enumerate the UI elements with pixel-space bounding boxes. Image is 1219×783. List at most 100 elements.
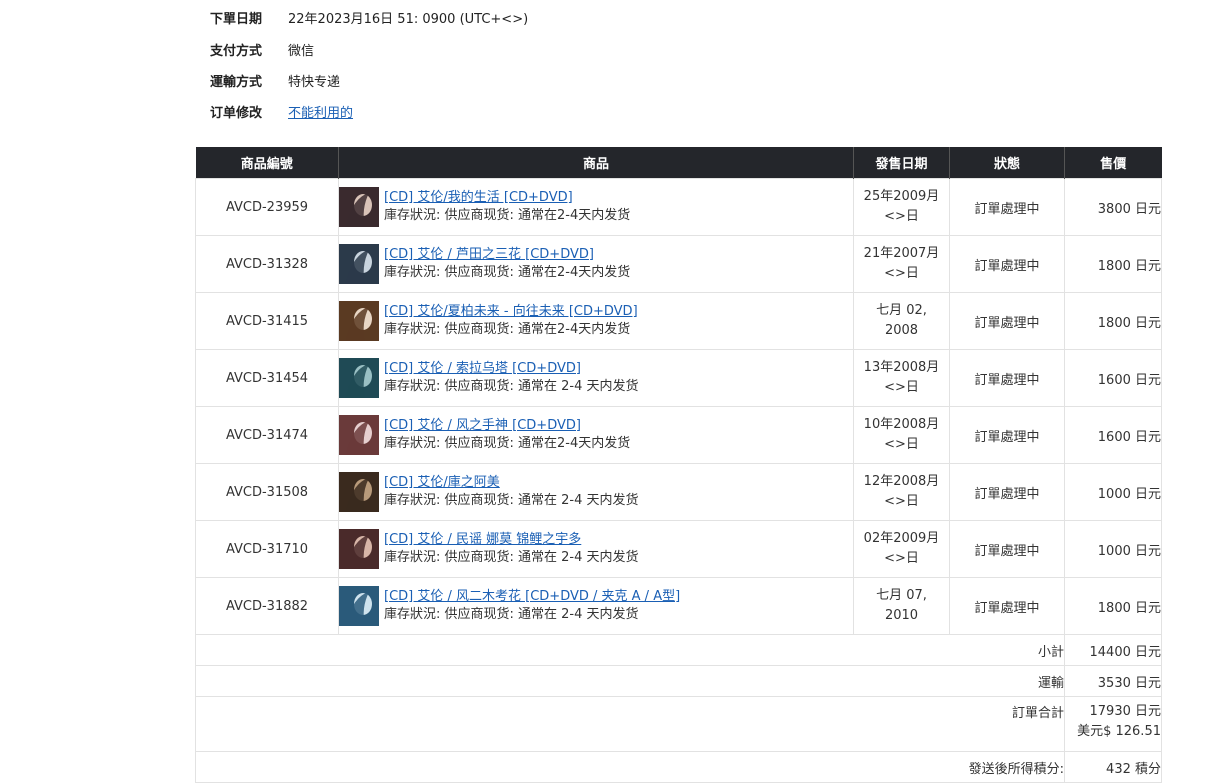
product-cell: [CD] 艾伦 / 风之手神 [CD+DVD] 庫存狀況: 供应商现货: 通常在2… — [338, 406, 854, 464]
table-row: AVCD-31415 [CD] 艾伦/夏柏未来 - 向往未来 [CD+DVD] 庫存… — [195, 292, 1162, 350]
order-date-row: 下單日期 22年2023月16日 51: 0900 (UTC+<>) — [210, 0, 528, 34]
subtotal-row: 小計 14400 日元 — [195, 634, 1162, 666]
points-row: 發送後所得積分: 432 積分 — [195, 751, 1162, 783]
product-wrap: [CD] 艾伦 / 风之手神 [CD+DVD] 庫存狀況: 供应商现货: 通常在2… — [339, 415, 853, 455]
product-cell: [CD] 艾伦 / 索拉乌塔 [CD+DVD] 庫存狀況: 供应商现货: 通常在 … — [338, 349, 854, 407]
product-title-link[interactable]: [CD] 艾伦 / 索拉乌塔 [CD+DVD] — [384, 361, 581, 376]
product-code: AVCD-23959 — [195, 178, 339, 236]
order-total-value: 17930 日元 美元$ 126.51 — [1064, 696, 1162, 752]
table-row: AVCD-31474 [CD] 艾伦 / 风之手神 [CD+DVD] 庫存狀況: 供… — [195, 406, 1162, 464]
product-code: AVCD-31882 — [195, 577, 339, 635]
item-price: 1800 日元 — [1064, 577, 1162, 635]
product-wrap: [CD] 艾伦 / 芦田之三花 [CD+DVD] 庫存狀況: 供应商现货: 通常在… — [339, 244, 853, 284]
release-date-line2: <>日 — [884, 266, 919, 281]
points-label: 發送後所得積分: — [195, 751, 1065, 783]
order-modify-row: 订单修改 不能利用的 — [210, 96, 528, 127]
product-wrap: [CD] 艾伦/夏柏未来 - 向往未来 [CD+DVD] 庫存狀況: 供应商现货:… — [339, 301, 853, 341]
product-title-link[interactable]: [CD] 艾伦 / 芦田之三花 [CD+DVD] — [384, 247, 594, 262]
album-cover-thumbnail[interactable] — [339, 358, 379, 398]
stock-status: 庫存狀況: 供应商现货: 通常在2-4天内发货 — [384, 322, 631, 337]
release-date-line1: 21年2007月 — [863, 246, 940, 261]
order-items-body: AVCD-23959 [CD] 艾伦/我的生活 [CD+DVD] 庫存狀況: 供应商… — [195, 178, 1162, 635]
album-cover-thumbnail[interactable] — [339, 301, 379, 341]
order-total-row: 訂單合計 17930 日元 美元$ 126.51 — [195, 696, 1162, 752]
product-wrap: [CD] 艾伦 / 民谣 娜莫 锦鲤之宇多庫存狀況: 供应商现货: 通常在 2-… — [339, 529, 853, 569]
order-date-value: 22年2023月16日 51: 0900 (UTC+<>) — [288, 11, 529, 27]
shipping-value: 3530 日元 — [1064, 665, 1162, 697]
release-date: 七月 02, 2008 — [853, 292, 950, 350]
product-code: AVCD-31415 — [195, 292, 339, 350]
order-status: 訂單處理中 — [949, 235, 1065, 293]
release-date-line2: <>日 — [884, 494, 919, 509]
shipping-row: 運輸 3530 日元 — [195, 665, 1162, 697]
album-cover-thumbnail[interactable] — [339, 529, 379, 569]
release-date-line2: 2010 — [884, 608, 919, 623]
product-code: AVCD-31710 — [195, 520, 339, 578]
product-cell: [CD] 艾伦 / 民谣 娜莫 锦鲤之宇多庫存狀況: 供应商现货: 通常在 2-… — [338, 520, 854, 578]
product-title-link[interactable]: [CD] 艾伦 / 风之手神 [CD+DVD] — [384, 418, 581, 433]
album-cover-thumbnail[interactable] — [339, 586, 379, 626]
product-text: [CD] 艾伦 / 索拉乌塔 [CD+DVD] 庫存狀況: 供应商现货: 通常在 … — [384, 360, 639, 396]
product-text: [CD] 艾伦 / 风二木考花 [CD+DVD / 夹克 A / A型] 庫存狀況… — [384, 588, 680, 624]
release-date-line1: 七月 07, — [876, 588, 927, 603]
order-modify-label: 订单修改 — [210, 106, 263, 121]
release-date: 12年2008月 <>日 — [853, 463, 950, 521]
header-product-code: 商品編號 — [195, 147, 339, 179]
product-title-link[interactable]: [CD] 艾伦/夏柏未来 - 向往未来 [CD+DVD] — [384, 304, 638, 319]
order-total-usd: 美元$ 126.51 — [1077, 724, 1161, 739]
product-text: [CD] 艾伦/夏柏未来 - 向往未来 [CD+DVD] 庫存狀況: 供应商现货:… — [384, 303, 638, 339]
product-title-link[interactable]: [CD] 艾伦 / 民谣 娜莫 锦鲤之宇多 — [384, 532, 581, 547]
order-status: 訂單處理中 — [949, 406, 1065, 464]
stock-status: 庫存狀況: 供应商现货: 通常在 2-4 天内发货 — [384, 550, 639, 565]
product-wrap: [CD] 艾伦/庫之阿美庫存狀況: 供应商现货: 通常在 2-4 天内发货 — [339, 472, 853, 512]
release-date-line1: 七月 02, — [876, 303, 927, 318]
subtotal-label: 小計 — [195, 634, 1065, 666]
stock-status: 庫存狀況: 供应商现货: 通常在2-4天内发货 — [384, 265, 631, 280]
order-items-table: 商品編號 商品 發售日期 狀態 售價 AVCD-23959 [CD] 艾伦/我的生… — [195, 147, 1162, 783]
product-cell: [CD] 艾伦/夏柏未来 - 向往未来 [CD+DVD] 庫存狀況: 供应商现货:… — [338, 292, 854, 350]
release-date: 02年2009月 <>日 — [853, 520, 950, 578]
payment-method-row: 支付方式 微信 — [210, 34, 528, 65]
release-date-line1: 13年2008月 — [863, 360, 940, 375]
release-date-line1: 02年2009月 — [863, 531, 940, 546]
table-row: AVCD-31508 [CD] 艾伦/庫之阿美 庫存狀況: 供应商现货: 通常在 2… — [195, 463, 1162, 521]
product-code: AVCD-31328 — [195, 235, 339, 293]
stock-status: 庫存狀況: 供应商现货: 通常在 2-4 天内发货 — [384, 493, 639, 508]
album-cover-thumbnail[interactable] — [339, 244, 379, 284]
table-row: AVCD-31710 [CD] 艾伦 / 民谣 娜莫 锦鲤之宇多 庫存狀況: 供应商… — [195, 520, 1162, 578]
product-cell: [CD] 艾伦 / 芦田之三花 [CD+DVD] 庫存狀況: 供应商现货: 通常在… — [338, 235, 854, 293]
product-title-link[interactable]: [CD] 艾伦/我的生活 [CD+DVD] — [384, 190, 573, 205]
product-title-link[interactable]: [CD] 艾伦 / 风二木考花 [CD+DVD / 夹克 A / A型] — [384, 589, 680, 604]
album-cover-thumbnail[interactable] — [339, 415, 379, 455]
release-date: 10年2008月 <>日 — [853, 406, 950, 464]
item-price: 1000 日元 — [1064, 463, 1162, 521]
header-release-date: 發售日期 — [853, 147, 950, 179]
order-status: 訂單處理中 — [949, 292, 1065, 350]
order-modify-link[interactable]: 不能利用的 — [288, 102, 353, 121]
item-price: 1800 日元 — [1064, 235, 1162, 293]
release-date-line2: <>日 — [884, 437, 919, 452]
payment-method-value: 微信 — [288, 44, 315, 59]
release-date-line2: <>日 — [884, 551, 919, 566]
subtotal-value: 14400 日元 — [1064, 634, 1162, 666]
release-date-line2: 2008 — [884, 323, 919, 338]
header-status: 狀態 — [949, 147, 1065, 179]
product-title-link[interactable]: [CD] 艾伦/庫之阿美 — [384, 475, 500, 490]
item-price: 1600 日元 — [1064, 406, 1162, 464]
product-code: AVCD-31454 — [195, 349, 339, 407]
order-total-label: 訂單合計 — [195, 696, 1065, 752]
album-cover-thumbnail[interactable] — [339, 472, 379, 512]
release-date-line2: <>日 — [884, 380, 919, 395]
shipping-method-label: 運輸方式 — [210, 75, 263, 90]
shipping-label: 運輸 — [195, 665, 1065, 697]
album-cover-thumbnail[interactable] — [339, 187, 379, 227]
release-date: 25年2009月 <>日 — [853, 178, 950, 236]
header-product: 商品 — [338, 147, 854, 179]
stock-status: 庫存狀況: 供应商现货: 通常在2-4天内发货 — [384, 436, 631, 451]
product-code: AVCD-31474 — [195, 406, 339, 464]
product-text: [CD] 艾伦 / 芦田之三花 [CD+DVD] 庫存狀況: 供应商现货: 通常在… — [384, 246, 630, 282]
product-wrap: [CD] 艾伦 / 索拉乌塔 [CD+DVD] 庫存狀況: 供应商现货: 通常在 … — [339, 358, 853, 398]
release-date-line1: 10年2008月 — [863, 417, 940, 432]
stock-status: 庫存狀況: 供应商现货: 通常在 2-4 天内发货 — [384, 379, 639, 394]
product-text: [CD] 艾伦/庫之阿美庫存狀況: 供应商现货: 通常在 2-4 天内发货 — [384, 474, 639, 510]
